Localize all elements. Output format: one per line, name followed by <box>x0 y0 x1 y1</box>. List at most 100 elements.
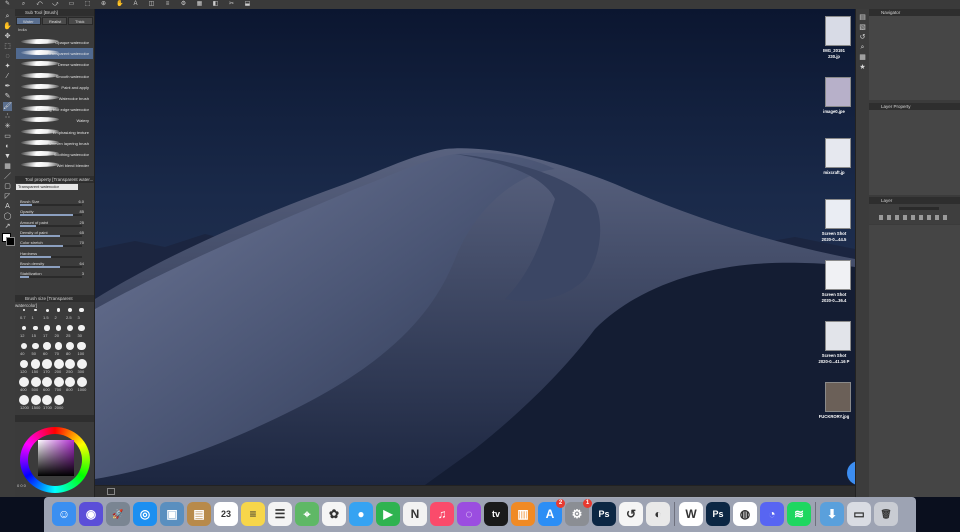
messages-icon[interactable]: ● <box>349 502 373 526</box>
property-row[interactable]: Hardness <box>20 251 90 259</box>
property-row[interactable]: Stabilization 3 <box>20 271 90 279</box>
brush-size-dot[interactable] <box>65 341 75 351</box>
property-row[interactable]: Color stretch 70 <box>20 240 90 248</box>
brush-size-dot[interactable] <box>54 342 63 350</box>
pen-icon[interactable]: ✎ <box>4 1 11 8</box>
property-slider[interactable] <box>20 245 82 248</box>
tool-preset-field[interactable]: Transparent watercolor <box>16 184 78 190</box>
property-row[interactable]: Amount of paint 25 <box>20 220 90 228</box>
books-icon[interactable]: ▥ <box>511 502 535 526</box>
desktop-file-icon[interactable]: Screen Shot 2020-0...41.16 P <box>813 319 855 375</box>
brush-size-dot[interactable] <box>53 359 64 369</box>
tab-realist[interactable]: Realist <box>42 17 67 25</box>
quick-access-icon[interactable]: ★ <box>858 63 867 72</box>
finder-icon[interactable]: ☺ <box>52 502 76 526</box>
brush-size-dot[interactable] <box>19 359 29 369</box>
brush-item[interactable]: Wet blend blender <box>16 160 93 171</box>
brush-size-dot[interactable] <box>30 377 41 387</box>
brush-size-dot[interactable] <box>76 377 87 387</box>
brush-item[interactable]: Soothing watercolor <box>16 149 93 160</box>
grid-icon[interactable]: ⬓ <box>244 1 251 8</box>
system-preferences-icon[interactable]: ⚙ 1 <box>565 499 592 526</box>
property-slider[interactable] <box>20 224 82 227</box>
brush-size-dot[interactable] <box>53 377 64 387</box>
fill-tool-icon[interactable]: ▼ <box>3 152 12 161</box>
desktop-file-icon[interactable]: Screen Shot 2020-0...36.4 <box>813 258 855 314</box>
photos-icon[interactable]: ✿ <box>322 502 346 526</box>
notefile-icon[interactable]: ▤ <box>187 502 211 526</box>
brush-item[interactable]: Uneven layering brush <box>16 138 93 149</box>
wand-tool-icon[interactable]: ✦ <box>3 62 12 71</box>
zoom-icon[interactable]: ⬚ <box>84 1 91 8</box>
desktop-file-icon[interactable]: image0.jpe <box>813 75 855 131</box>
brush-size-dot[interactable] <box>19 377 29 387</box>
panel-toggle-icon[interactable]: ▤ <box>858 13 867 22</box>
select-icon[interactable]: ▭ <box>68 1 75 8</box>
desktop-file-icon[interactable]: Screen Shot 2020-0...44.5 <box>813 197 855 253</box>
brush-size-dot[interactable] <box>79 307 84 313</box>
gear-icon[interactable]: ◫ <box>148 1 155 8</box>
save-icon[interactable]: ◧ <box>212 1 219 8</box>
property-slider[interactable] <box>20 255 82 258</box>
gradient-tool-icon[interactable]: ▦ <box>3 162 12 171</box>
brush-size-dot[interactable] <box>44 325 50 331</box>
eraser-tool-icon[interactable]: ▭ <box>3 132 12 141</box>
brush-size-dot[interactable] <box>23 309 25 311</box>
brush-size-dot[interactable] <box>20 342 28 350</box>
frame-tool-icon[interactable]: ▢ <box>3 182 12 191</box>
clip-studio-icon[interactable]: ↺ <box>619 502 643 526</box>
brush-item[interactable]: Dense watercolor <box>16 59 93 70</box>
photoshop-icon[interactable]: Ps <box>592 502 616 526</box>
ruler-icon[interactable]: A <box>132 1 139 8</box>
brush-size-dot[interactable] <box>30 395 41 405</box>
trash-icon[interactable]: 🗑 <box>874 502 898 526</box>
siri-icon[interactable]: ◉ <box>79 502 103 526</box>
property-row[interactable]: Brush Size 6.0 <box>20 199 90 207</box>
news-icon[interactable]: N <box>403 502 427 526</box>
brush-size-dot[interactable] <box>77 341 86 351</box>
brush-size-dot[interactable] <box>68 308 72 312</box>
eyedropper-tool-icon[interactable]: ⁄ <box>3 72 12 81</box>
filter-icon[interactable]: ✂ <box>228 1 235 8</box>
color-saturation-square[interactable] <box>38 440 74 476</box>
figure-tool-icon[interactable]: ／ <box>3 172 12 181</box>
chrome-icon[interactable]: ◍ <box>733 502 757 526</box>
brush-item[interactable]: Watercolor brush <box>16 93 93 104</box>
webex-icon[interactable]: W <box>679 502 703 526</box>
podcasts-icon[interactable]: ◌ <box>457 502 481 526</box>
brush-size-dot[interactable] <box>42 377 52 387</box>
sub-color-swatch[interactable] <box>6 237 15 246</box>
brush-size-dot[interactable] <box>34 308 37 312</box>
property-slider[interactable] <box>20 234 82 237</box>
brush-item[interactable]: Running blur edge watercolor <box>16 104 93 115</box>
undo-icon[interactable]: ⚙ <box>180 1 187 8</box>
pencil-tool-icon[interactable]: ✎ <box>3 92 12 101</box>
fill-icon[interactable]: ⤻ <box>52 1 59 8</box>
redo-icon[interactable]: ▦ <box>196 1 203 8</box>
blend-tool-icon[interactable]: ◐ <box>3 142 12 151</box>
ruler-tool-icon[interactable]: ◸ <box>3 192 12 201</box>
hand-icon[interactable]: ⊕ <box>100 1 107 8</box>
desktop-file-icon[interactable]: FUCKRORY.jpg <box>813 380 855 436</box>
layer-action-buttons[interactable] <box>879 215 949 220</box>
safari-icon[interactable]: ◎ <box>133 502 157 526</box>
balloon-tool-icon[interactable]: ◯ <box>3 212 12 221</box>
brush-size-dot[interactable] <box>45 308 49 312</box>
brush-size-dot[interactable] <box>53 395 64 405</box>
tab-thick[interactable]: Thick <box>68 17 93 25</box>
brush-size-dot[interactable] <box>56 308 61 312</box>
discord-icon[interactable]: ◔ <box>760 502 784 526</box>
zoom-tool-icon[interactable]: ⌕ <box>3 12 12 21</box>
brush-size-dot[interactable] <box>33 325 38 331</box>
clip-studio-paint-icon[interactable]: ◐ <box>646 502 670 526</box>
correct-line-tool-icon[interactable]: ↗ <box>3 222 12 231</box>
brush-item[interactable]: Smooth watercolor <box>16 71 93 82</box>
property-slider[interactable] <box>20 204 82 206</box>
material-icon[interactable]: ▧ <box>858 23 867 32</box>
brush-item[interactable]: Emphasizing texture <box>16 127 93 138</box>
brush-item[interactable]: Opaque watercolor <box>16 37 93 48</box>
airbrush-tool-icon[interactable]: ∴ <box>3 112 12 121</box>
facetime-icon[interactable]: ▶ <box>376 502 400 526</box>
history-icon[interactable]: ↺ <box>858 33 867 42</box>
brush-size-dot[interactable] <box>21 325 27 331</box>
